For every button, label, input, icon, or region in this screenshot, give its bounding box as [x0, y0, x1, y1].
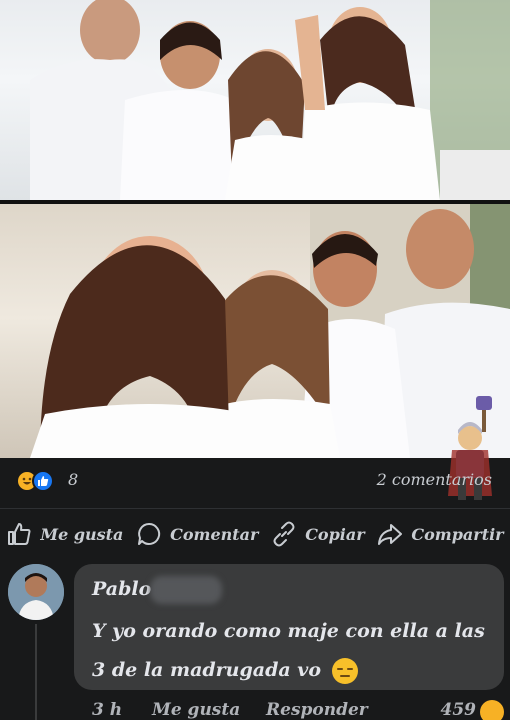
comment-text: Y yo orando como maje con ella a las 3 d…: [92, 612, 492, 690]
like-button[interactable]: Me gusta: [6, 521, 123, 547]
comment-count[interactable]: 2 comentarios: [377, 470, 492, 489]
like-icon: [32, 470, 54, 492]
blurred-surname: [150, 576, 222, 604]
comment-body: Y yo orando como maje con ella a las 3 d…: [92, 620, 485, 681]
comment-button[interactable]: Comentar: [136, 521, 258, 547]
comment-bubble[interactable]: Pablo Y yo orando como maje con ella a l…: [74, 564, 504, 690]
copy-label: Copiar: [305, 524, 365, 544]
share-button[interactable]: Compartir: [377, 521, 504, 547]
post-actions-bar: Me gusta Comentar Copiar Compartir: [0, 512, 510, 556]
group-selfie-image-1: [30, 0, 510, 200]
pensive-face-icon: [331, 658, 358, 684]
comment-like-button[interactable]: Me gusta: [152, 700, 240, 720]
comment-author[interactable]: Pablo: [92, 578, 151, 600]
post-photo-1[interactable]: [0, 0, 510, 200]
comment-time: 3 h: [92, 700, 123, 720]
like-label: Me gusta: [40, 524, 124, 544]
comment-label: Comentar: [170, 524, 259, 544]
link-icon: [273, 521, 295, 547]
avatar[interactable]: [8, 564, 64, 620]
thumbs-up-icon: [8, 523, 31, 545]
reaction-count[interactable]: 8: [68, 470, 78, 489]
comment-bubble-icon: [138, 522, 161, 545]
comment-meta: 3 h Me gusta Responder 459: [92, 700, 510, 720]
thread-line: [35, 624, 37, 720]
divider: [0, 508, 510, 509]
reaction-icons: [16, 470, 54, 492]
post-photo-2[interactable]: [0, 204, 510, 458]
comment-reaction-count[interactable]: 459: [441, 700, 477, 720]
haha-icon: [480, 700, 504, 720]
share-label: Compartir: [411, 524, 504, 544]
comment-reply-button[interactable]: Responder: [266, 700, 368, 720]
group-selfie-image-2: [30, 204, 510, 458]
reactions-summary[interactable]: 8 2 comentarios: [0, 458, 510, 508]
share-arrow-icon: [378, 524, 403, 545]
copy-button[interactable]: Copiar: [271, 521, 365, 547]
